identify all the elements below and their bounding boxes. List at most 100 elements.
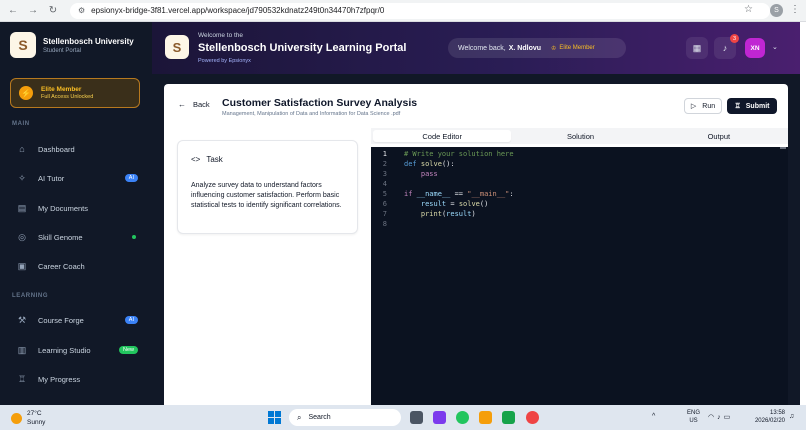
address-bar[interactable]: ⚙ epsionyx-bridge-3f81.vercel.app/worksp…: [70, 2, 770, 19]
sidebar-item-label: Dashboard: [38, 144, 75, 154]
submit-button[interactable]: ♖ Submit: [727, 98, 777, 114]
search-label: Search: [308, 414, 331, 421]
editor-tabs: Code Editor Solution Output: [371, 128, 788, 144]
language-indicator[interactable]: ENG US: [687, 409, 700, 425]
weather-description[interactable]: Sunny: [27, 419, 45, 426]
wifi-volume-battery-icons[interactable]: ◠♪▭: [708, 413, 733, 421]
language-code: ENG: [687, 410, 701, 416]
sun-icon[interactable]: [11, 413, 22, 424]
task-heading: <> Task: [191, 155, 223, 164]
search-icon: ⌕: [297, 412, 302, 422]
lightning-icon: ⚡: [19, 86, 33, 100]
brand-subtitle: Student Portal: [43, 47, 82, 54]
bell-icon: ♪: [722, 43, 728, 53]
line-number: 3: [382, 170, 387, 178]
weather-temperature[interactable]: 27°C: [27, 410, 42, 417]
sidebar-item-my-progress[interactable]: ♖ My Progress: [10, 369, 140, 389]
line-number: 6: [382, 200, 387, 208]
code-icon: <>: [191, 155, 201, 164]
system-clock[interactable]: 13:58 2026/02/20: [751, 409, 785, 425]
code-text: if __name__ == "__main__":: [404, 190, 514, 198]
forward-nav-icon[interactable]: →: [26, 4, 40, 18]
tab-output[interactable]: Output: [650, 128, 788, 144]
university-logo-icon: S: [10, 32, 36, 58]
code-editor[interactable]: 1 # Write your solution here 2 def solve…: [371, 147, 788, 405]
section-main-label: MAIN: [12, 121, 30, 127]
taskbar-search[interactable]: ⌕ Search: [289, 409, 401, 426]
bookmark-star-icon[interactable]: ☆: [744, 4, 753, 15]
sidebar-item-label: Career Coach: [38, 261, 85, 271]
file-explorer-icon[interactable]: [479, 411, 492, 424]
run-button[interactable]: ▷ Run: [684, 98, 722, 114]
sidebar-item-label: Course Forge: [38, 315, 84, 325]
tray-chevron-up-icon[interactable]: ^: [652, 413, 655, 420]
back-label: Back: [193, 100, 210, 109]
play-icon: ▷: [690, 103, 697, 110]
code-text: pass: [420, 170, 438, 178]
browser-profile-avatar[interactable]: S: [770, 4, 783, 17]
sidebar-item-dashboard[interactable]: ⌂ Dashboard: [10, 139, 140, 159]
url-text: epsionyx-bridge-3f81.vercel.app/workspac…: [91, 6, 385, 15]
task-description: Analyze survey data to understand factor…: [191, 182, 342, 209]
dna-icon: ◎: [18, 231, 26, 242]
site-info-icon[interactable]: ⚙: [78, 6, 85, 15]
task-heading-label: Task: [206, 155, 223, 164]
brand-title: Stellenbosch University: [43, 36, 134, 46]
code-line: 5 if __name__ == "__main__":: [371, 189, 788, 199]
code-line: 2 def solve():: [371, 159, 788, 169]
header-title: Stellenbosch University Learning Portal: [198, 42, 407, 54]
code-line: 4: [371, 179, 788, 189]
browser-toolbar: ← → ↻ ⚙ epsionyx-bridge-3f81.vercel.app/…: [0, 0, 806, 22]
line-number: 2: [382, 160, 387, 168]
user-name: X. Ndlovu: [508, 44, 542, 52]
sidebar-item-course-forge[interactable]: ⚒ Course Forge AI: [10, 310, 140, 330]
clock-date: 2026/02/20: [754, 418, 785, 424]
home-icon: ⌂: [19, 144, 25, 154]
chrome-icon[interactable]: [456, 411, 469, 424]
reload-icon[interactable]: ↻: [46, 4, 60, 18]
chevron-down-icon[interactable]: ⌄: [772, 43, 778, 51]
task-view-icon[interactable]: [410, 411, 423, 424]
sidebar-item-learning-studio[interactable]: ▥ Learning Studio New: [10, 340, 140, 360]
document-icon: ▤: [17, 202, 27, 213]
windows-start-icon[interactable]: [268, 411, 281, 424]
task-card: <> Task Analyze survey data to understan…: [177, 140, 358, 234]
run-label: Run: [702, 102, 716, 110]
book-icon: ▥: [17, 344, 27, 355]
code-text: print(result): [420, 210, 476, 218]
welcome-back-text: Welcome back,: [458, 44, 506, 52]
store-icon[interactable]: [502, 411, 515, 424]
back-button[interactable]: ← Back: [178, 100, 210, 109]
tab-solution[interactable]: Solution: [511, 128, 649, 144]
notification-center-icon[interactable]: ♫: [789, 413, 794, 420]
sidebar-item-my-documents[interactable]: ▤ My Documents: [10, 198, 140, 218]
code-line: 3 pass: [371, 169, 788, 179]
sidebar-item-career-coach[interactable]: ▣ Career Coach: [10, 256, 140, 276]
tab-code-editor[interactable]: Code Editor: [373, 130, 512, 142]
sidebar-item-skill-genome[interactable]: ◎ Skill Genome: [10, 227, 140, 247]
clock-time: 13:58: [769, 410, 785, 416]
sidebar-item-ai-tutor[interactable]: ✧ AI Tutor AI: [10, 168, 140, 188]
browser-menu-icon[interactable]: ⋮: [790, 4, 800, 15]
code-text: result = solve(): [420, 200, 489, 208]
notifications-button[interactable]: ♪ 3: [714, 34, 739, 59]
sidebar-brand[interactable]: S Stellenbosch University Student Portal: [10, 32, 134, 58]
elite-title: Elite Member: [41, 86, 82, 93]
calendar-button[interactable]: ▦: [686, 37, 708, 59]
sidebar-item-label: AI Tutor: [38, 173, 65, 183]
header-powered-by: Powered by Epsionyx: [198, 58, 251, 64]
code-line: 1 # Write your solution here: [371, 149, 788, 159]
sidebar-item-label: Learning Studio: [38, 345, 91, 355]
arrow-left-icon: ←: [178, 100, 186, 109]
region-code: US: [689, 418, 698, 424]
ai-badge: AI: [124, 316, 138, 324]
copilot-icon[interactable]: [433, 411, 446, 424]
sidebar-item-label: Skill Genome: [38, 232, 83, 242]
trophy-icon: ♖: [734, 103, 741, 110]
user-avatar[interactable]: XN: [745, 38, 765, 58]
chrome-active-icon[interactable]: [526, 411, 539, 424]
code-text: # Write your solution here: [404, 150, 514, 158]
back-nav-icon[interactable]: ←: [6, 4, 20, 18]
line-number: 7: [382, 210, 387, 218]
workspace-panel: ← Back Customer Satisfaction Survey Anal…: [164, 84, 788, 405]
